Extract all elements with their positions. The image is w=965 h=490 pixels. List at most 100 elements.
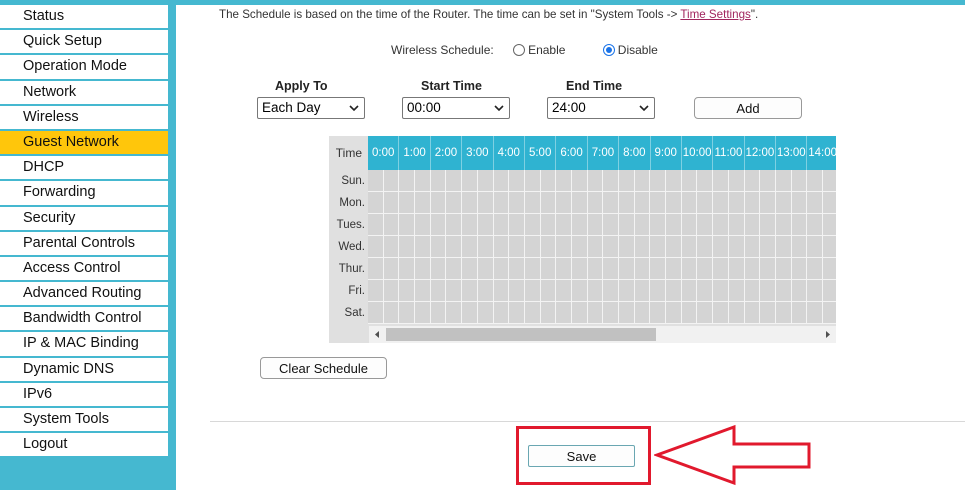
schedule-cell[interactable] xyxy=(556,302,572,324)
schedule-cell[interactable] xyxy=(524,302,541,324)
schedule-cell[interactable] xyxy=(493,280,510,302)
schedule-cell[interactable] xyxy=(430,192,447,214)
schedule-cell[interactable] xyxy=(807,192,823,214)
schedule-cell[interactable] xyxy=(760,214,776,236)
schedule-cell[interactable] xyxy=(446,214,463,236)
sidebar-item-system-tools[interactable]: System Tools xyxy=(0,408,168,434)
schedule-cell[interactable] xyxy=(462,214,478,236)
schedule-cell[interactable] xyxy=(775,170,792,192)
schedule-cell[interactable] xyxy=(540,214,557,236)
schedule-cell[interactable] xyxy=(477,214,494,236)
schedule-cell[interactable] xyxy=(650,214,667,236)
schedule-cell[interactable] xyxy=(697,170,714,192)
schedule-cell[interactable] xyxy=(556,258,572,280)
schedule-cell[interactable] xyxy=(728,192,745,214)
schedule-cell[interactable] xyxy=(681,236,698,258)
schedule-cell[interactable] xyxy=(383,214,400,236)
schedule-cell[interactable] xyxy=(728,236,745,258)
schedule-cell[interactable] xyxy=(744,302,761,324)
schedule-cell[interactable] xyxy=(728,302,745,324)
schedule-cell[interactable] xyxy=(415,170,431,192)
schedule-cell[interactable] xyxy=(415,236,431,258)
schedule-cell[interactable] xyxy=(619,258,635,280)
schedule-cell[interactable] xyxy=(713,192,729,214)
scrollbar-thumb[interactable] xyxy=(386,328,656,341)
schedule-cell[interactable] xyxy=(571,302,588,324)
schedule-cell[interactable] xyxy=(697,214,714,236)
sidebar-item-quick-setup[interactable]: Quick Setup xyxy=(0,30,168,56)
schedule-cell[interactable] xyxy=(556,280,572,302)
schedule-cell[interactable] xyxy=(760,192,776,214)
schedule-cell[interactable] xyxy=(807,302,823,324)
sidebar-item-bandwidth-control[interactable]: Bandwidth Control xyxy=(0,307,168,333)
schedule-cell[interactable] xyxy=(775,280,792,302)
schedule-cell[interactable] xyxy=(807,214,823,236)
schedule-cell[interactable] xyxy=(399,280,416,302)
schedule-cell[interactable] xyxy=(430,236,447,258)
schedule-cell[interactable] xyxy=(713,236,729,258)
schedule-cell[interactable] xyxy=(603,258,619,280)
schedule-cell[interactable] xyxy=(587,258,604,280)
schedule-cell[interactable] xyxy=(760,236,776,258)
schedule-cell[interactable] xyxy=(430,280,447,302)
schedule-cell[interactable] xyxy=(681,258,698,280)
schedule-cell[interactable] xyxy=(791,192,808,214)
schedule-cell[interactable] xyxy=(603,170,619,192)
schedule-cell[interactable] xyxy=(775,214,792,236)
schedule-cell[interactable] xyxy=(775,192,792,214)
disable-radio[interactable] xyxy=(602,44,615,56)
schedule-cell[interactable] xyxy=(477,258,494,280)
schedule-cell[interactable] xyxy=(571,280,588,302)
schedule-cell[interactable] xyxy=(415,280,431,302)
schedule-cell[interactable] xyxy=(603,236,619,258)
schedule-cell[interactable] xyxy=(650,192,667,214)
schedule-cell[interactable] xyxy=(524,214,541,236)
schedule-cell[interactable] xyxy=(619,236,635,258)
schedule-cell[interactable] xyxy=(368,192,384,214)
schedule-cell[interactable] xyxy=(462,258,478,280)
sidebar-item-security[interactable]: Security xyxy=(0,206,168,232)
schedule-cell[interactable] xyxy=(462,280,478,302)
schedule-cell[interactable] xyxy=(666,192,682,214)
schedule-cell[interactable] xyxy=(697,236,714,258)
schedule-cell[interactable] xyxy=(493,192,510,214)
schedule-cell[interactable] xyxy=(603,192,619,214)
schedule-cell[interactable] xyxy=(603,214,619,236)
schedule-cell[interactable] xyxy=(571,214,588,236)
schedule-cell[interactable] xyxy=(697,258,714,280)
horizontal-scrollbar[interactable] xyxy=(369,326,836,343)
schedule-cell[interactable] xyxy=(524,236,541,258)
schedule-cell[interactable] xyxy=(822,302,836,324)
scroll-left-icon[interactable] xyxy=(372,329,383,340)
schedule-cell[interactable] xyxy=(760,170,776,192)
schedule-cell[interactable] xyxy=(477,280,494,302)
schedule-cell[interactable] xyxy=(399,302,416,324)
schedule-cell[interactable] xyxy=(822,192,836,214)
schedule-cell[interactable] xyxy=(571,192,588,214)
schedule-cell[interactable] xyxy=(399,214,416,236)
sidebar-item-dynamic-dns[interactable]: Dynamic DNS xyxy=(0,357,168,383)
schedule-cell[interactable] xyxy=(697,302,714,324)
sidebar-item-wireless[interactable]: Wireless xyxy=(0,105,168,131)
schedule-cell[interactable] xyxy=(744,280,761,302)
sidebar-item-guest-network[interactable]: Guest Network xyxy=(0,130,168,157)
schedule-cell[interactable] xyxy=(368,280,384,302)
schedule-cell[interactable] xyxy=(634,280,651,302)
schedule-cell[interactable] xyxy=(713,258,729,280)
schedule-cell[interactable] xyxy=(540,170,557,192)
schedule-cell[interactable] xyxy=(760,302,776,324)
schedule-cell[interactable] xyxy=(399,258,416,280)
schedule-cell[interactable] xyxy=(822,214,836,236)
schedule-cell[interactable] xyxy=(728,214,745,236)
sidebar-item-ipv6[interactable]: IPv6 xyxy=(0,382,168,408)
schedule-cell[interactable] xyxy=(713,170,729,192)
schedule-cell[interactable] xyxy=(619,280,635,302)
schedule-cell[interactable] xyxy=(415,302,431,324)
sidebar-item-ip-mac-binding[interactable]: IP & MAC Binding xyxy=(0,332,168,358)
schedule-cell[interactable] xyxy=(430,302,447,324)
schedule-cell[interactable] xyxy=(524,170,541,192)
schedule-cell[interactable] xyxy=(368,258,384,280)
schedule-cell[interactable] xyxy=(697,192,714,214)
schedule-cell[interactable] xyxy=(524,192,541,214)
end-time-select[interactable]: 24:00 xyxy=(547,97,655,119)
